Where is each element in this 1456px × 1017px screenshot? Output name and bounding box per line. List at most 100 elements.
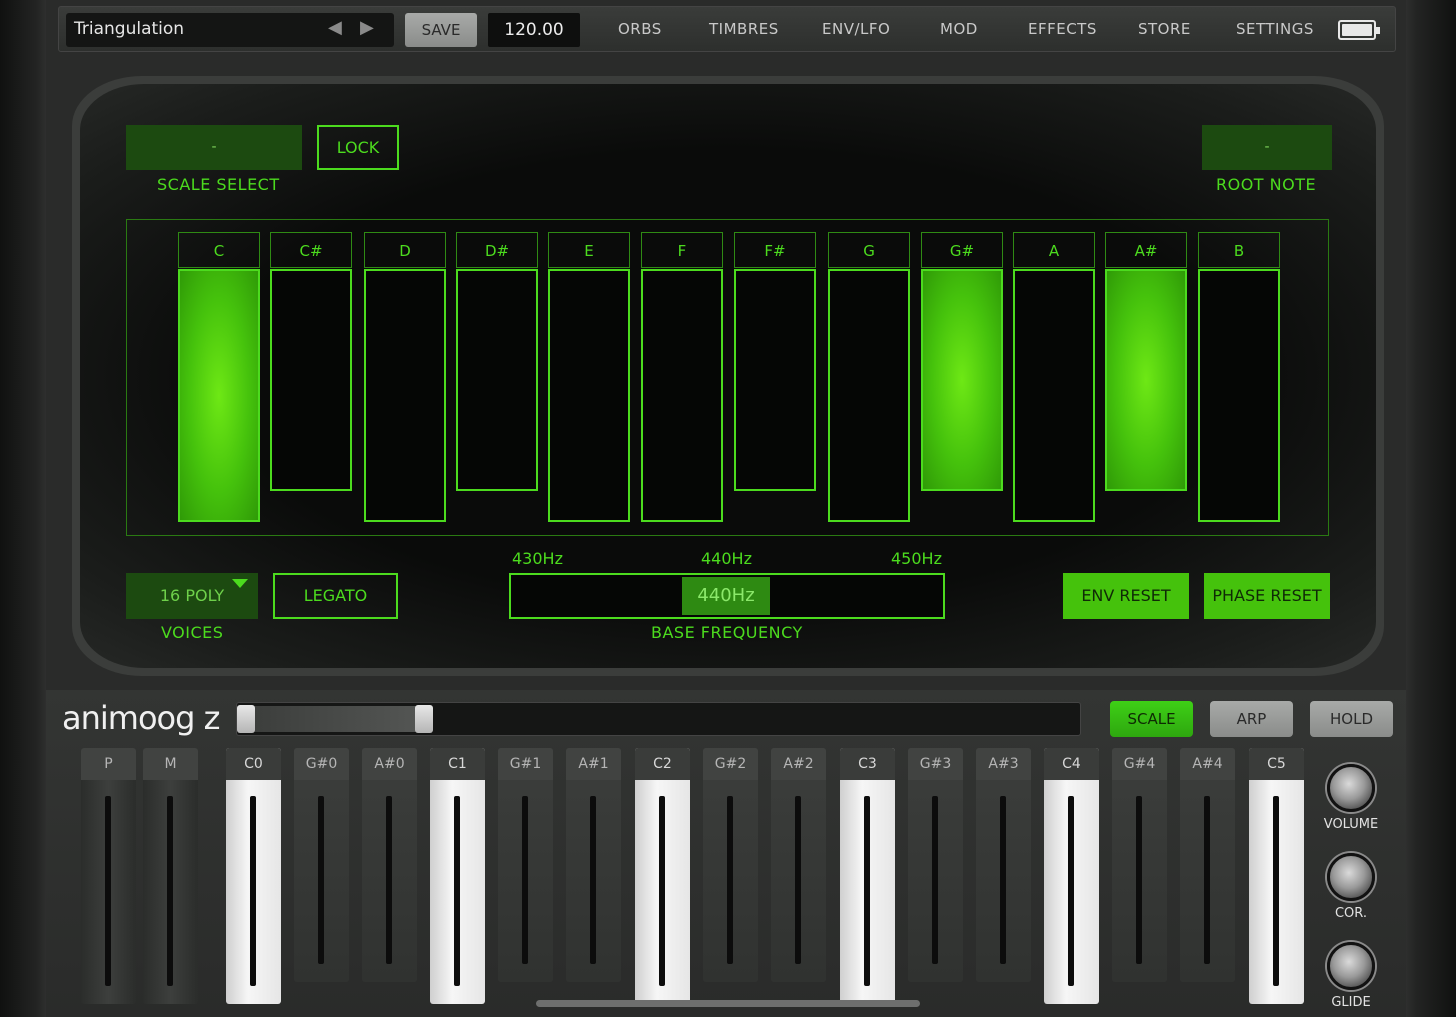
note-label: C# — [270, 232, 352, 268]
cor-knob[interactable] — [1327, 853, 1375, 901]
note-bar[interactable] — [734, 269, 816, 491]
key-g-sharp-4[interactable]: G#4 — [1112, 748, 1167, 982]
hold-button[interactable]: HOLD — [1310, 701, 1393, 737]
note-toggle-a[interactable]: A — [1013, 232, 1095, 522]
note-bar[interactable] — [1105, 269, 1187, 491]
next-preset-icon[interactable]: ▶ — [360, 17, 374, 38]
cor-control[interactable]: COR. — [1320, 853, 1382, 921]
key-slot — [1136, 796, 1142, 964]
nav-orbs[interactable]: ORBS — [618, 20, 662, 38]
note-toggle-b[interactable]: B — [1198, 232, 1280, 522]
note-label: B — [1198, 232, 1280, 268]
voices-dropdown[interactable]: 16 POLY — [126, 573, 258, 619]
key-slot — [522, 796, 528, 964]
note-bar[interactable] — [548, 269, 630, 522]
key-slot — [590, 796, 596, 964]
note-bar[interactable] — [641, 269, 723, 522]
base-frequency-thumb[interactable]: 440Hz — [682, 577, 770, 615]
scroll-indicator[interactable] — [536, 1000, 920, 1007]
env-reset-button[interactable]: ENV RESET — [1063, 573, 1189, 619]
key-label: C1 — [430, 748, 485, 780]
keyboard-range-window — [238, 706, 430, 732]
note-bar[interactable] — [364, 269, 446, 522]
key-a-sharp-3[interactable]: A#3 — [976, 748, 1031, 982]
note-toggle-d-sharp[interactable]: D# — [456, 232, 538, 491]
key-label: A#4 — [1180, 748, 1235, 780]
scale-select-dropdown[interactable]: - — [126, 125, 302, 170]
key-g-sharp-0[interactable]: G#0 — [294, 748, 349, 982]
key-label: C0 — [226, 748, 281, 780]
note-toggle-f-sharp[interactable]: F# — [734, 232, 816, 491]
phase-reset-button[interactable]: PHASE RESET — [1204, 573, 1330, 619]
base-frequency-label: BASE FREQUENCY — [651, 623, 803, 642]
note-bar[interactable] — [270, 269, 352, 491]
note-toggle-f[interactable]: F — [641, 232, 723, 522]
note-label: D — [364, 232, 446, 268]
glide-knob[interactable] — [1327, 942, 1375, 990]
nav-timbres[interactable]: TIMBRES — [709, 20, 779, 38]
key-c5[interactable]: C5 — [1249, 748, 1304, 1004]
nav-effects[interactable]: EFFECTS — [1028, 20, 1097, 38]
root-note-dropdown[interactable]: - — [1202, 125, 1332, 170]
note-bar[interactable] — [828, 269, 910, 522]
note-toggle-c-sharp[interactable]: C# — [270, 232, 352, 491]
note-label: A# — [1105, 232, 1187, 268]
nav-store[interactable]: STORE — [1138, 20, 1191, 38]
key-c1[interactable]: C1 — [430, 748, 485, 1004]
frame-right — [1406, 0, 1456, 1017]
tempo-display[interactable]: 120.00 — [488, 13, 580, 47]
note-label: G — [828, 232, 910, 268]
key-label: C5 — [1249, 748, 1304, 780]
volume-knob[interactable] — [1327, 764, 1375, 812]
note-toggle-a-sharp[interactable]: A# — [1105, 232, 1187, 491]
key-slot — [659, 796, 665, 986]
key-slot — [1273, 796, 1279, 986]
nav-env-lfo[interactable]: ENV/LFO — [822, 20, 890, 38]
arp-button[interactable]: ARP — [1210, 701, 1293, 737]
key-slot — [1204, 796, 1210, 964]
key-c4[interactable]: C4 — [1044, 748, 1099, 1004]
preset-selector[interactable]: Triangulation ◀ ▶ — [66, 13, 394, 47]
note-bar[interactable] — [1198, 269, 1280, 522]
note-toggle-e[interactable]: E — [548, 232, 630, 522]
key-label: A#1 — [566, 748, 621, 780]
prev-preset-icon[interactable]: ◀ — [328, 17, 342, 38]
note-label: D# — [456, 232, 538, 268]
key-slot — [932, 796, 938, 964]
root-note-label: ROOT NOTE — [1216, 175, 1317, 194]
key-g-sharp-1[interactable]: G#1 — [498, 748, 553, 982]
legato-button[interactable]: LEGATO — [273, 573, 398, 619]
key-g-sharp-2[interactable]: G#2 — [703, 748, 758, 982]
note-bar[interactable] — [456, 269, 538, 491]
key-a-sharp-1[interactable]: A#1 — [566, 748, 621, 982]
range-handle-left[interactable] — [237, 705, 255, 733]
key-a-sharp-4[interactable]: A#4 — [1180, 748, 1235, 982]
key-p[interactable]: P — [81, 748, 136, 1004]
save-button[interactable]: SAVE — [405, 13, 477, 47]
note-bar[interactable] — [1013, 269, 1095, 522]
key-m[interactable]: M — [143, 748, 198, 1004]
key-a-sharp-0[interactable]: A#0 — [362, 748, 417, 982]
scale-mode-button[interactable]: SCALE — [1110, 701, 1193, 737]
note-bar[interactable] — [921, 269, 1003, 491]
note-toggle-g[interactable]: G — [828, 232, 910, 522]
volume-control[interactable]: VOLUME — [1320, 764, 1382, 832]
note-toggle-g-sharp[interactable]: G# — [921, 232, 1003, 491]
key-slot — [727, 796, 733, 964]
range-handle-right[interactable] — [415, 705, 433, 733]
key-c2[interactable]: C2 — [635, 748, 690, 1004]
key-c3[interactable]: C3 — [840, 748, 895, 1004]
key-slot — [167, 796, 173, 986]
lock-button[interactable]: LOCK — [317, 125, 399, 170]
key-a-sharp-2[interactable]: A#2 — [771, 748, 826, 982]
nav-settings[interactable]: SETTINGS — [1236, 20, 1314, 38]
key-c0[interactable]: C0 — [226, 748, 281, 1004]
key-g-sharp-3[interactable]: G#3 — [908, 748, 963, 982]
voices-value: 16 POLY — [159, 586, 225, 605]
key-label: A#3 — [976, 748, 1031, 780]
note-toggle-c[interactable]: C — [178, 232, 260, 522]
note-toggle-d[interactable]: D — [364, 232, 446, 522]
nav-mod[interactable]: MOD — [940, 20, 978, 38]
glide-control[interactable]: GLIDE — [1320, 942, 1382, 1010]
note-bar[interactable] — [178, 269, 260, 522]
